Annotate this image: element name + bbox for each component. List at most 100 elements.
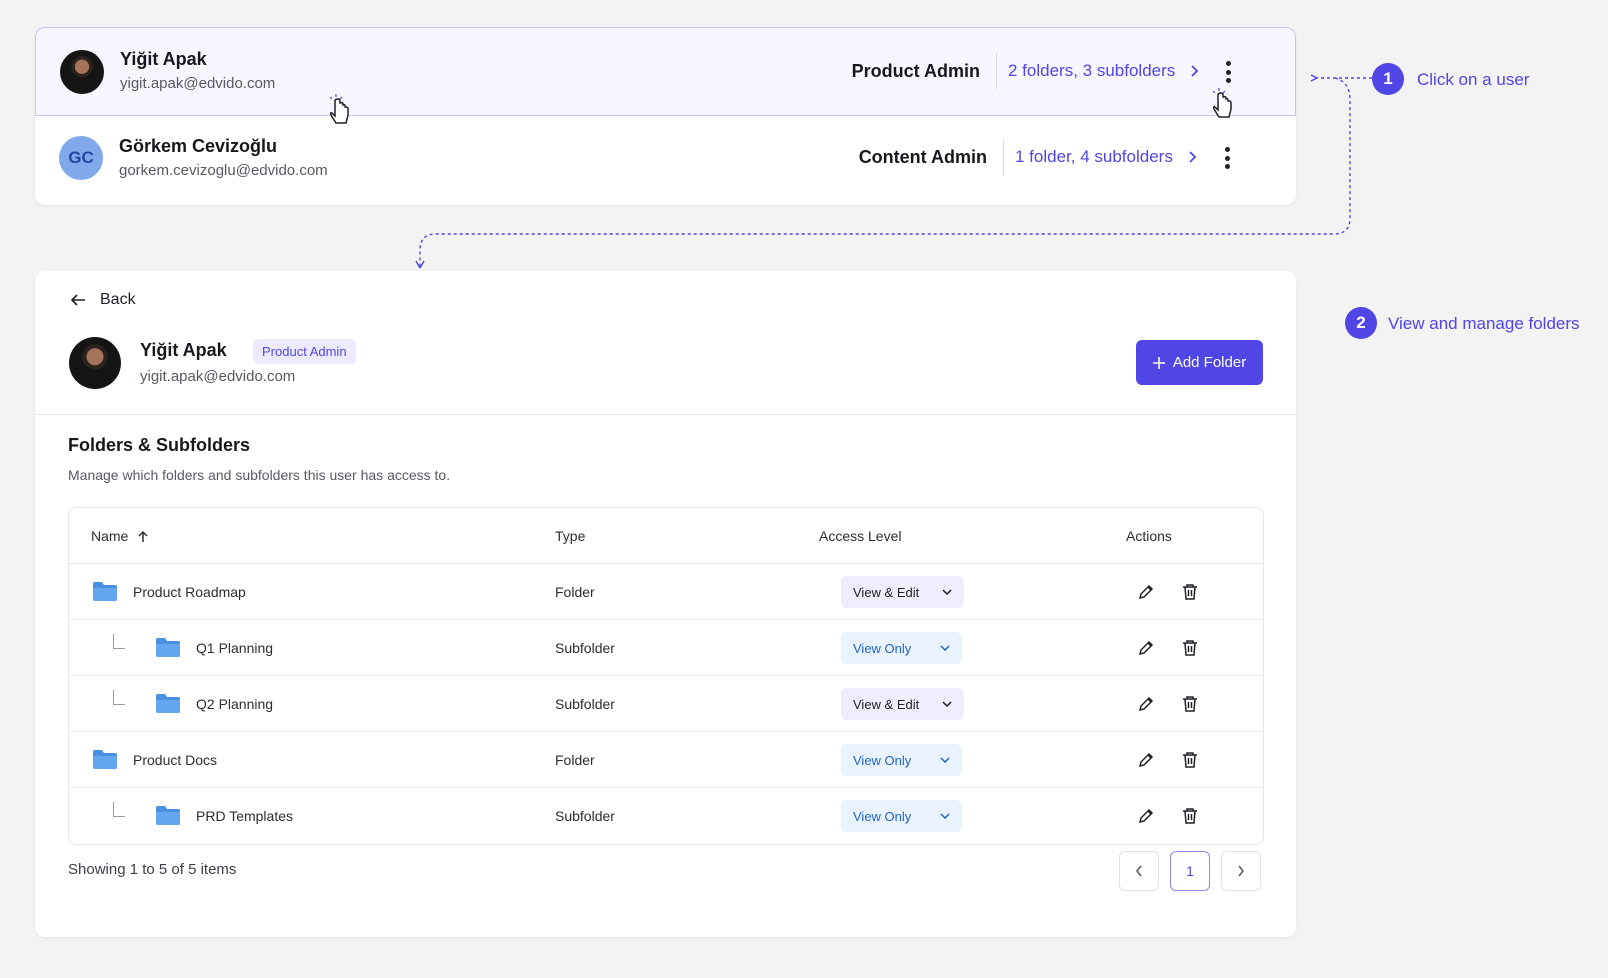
chevron-left-icon [1136,865,1142,877]
row-type: Folder [555,752,595,768]
access-level-select[interactable]: View & Edit [841,688,964,720]
divider [1003,140,1004,176]
row-type: Subfolder [555,808,615,824]
table-row[interactable]: PRD Templates Subfolder View Only [69,788,1263,844]
step-2-badge: 2 [1345,307,1377,339]
back-button[interactable]: Back [70,291,136,309]
step-2-label: View and manage folders [1388,314,1580,333]
user-email: gorkem.cevizoglu@edvido.com [119,162,328,179]
delete-icon[interactable] [1181,751,1199,769]
row-name: PRD Templates [196,808,294,824]
detail-user-name: Yiğit Apak [140,340,227,360]
pagination-summary: Showing 1 to 5 of 5 items [68,861,237,878]
access-level-value: View Only [853,752,912,768]
column-access-header: Access Level [819,528,902,544]
chevron-down-icon [940,813,950,819]
sort-ascending-icon [138,530,148,542]
user-role: Product Admin [851,61,980,81]
avatar: GC [59,136,103,180]
back-label: Back [100,291,136,308]
pointer-cursor-icon [1212,88,1232,118]
delete-icon[interactable] [1181,807,1199,825]
row-type: Subfolder [555,640,615,656]
access-level-select[interactable]: View Only [841,632,962,664]
table-row[interactable]: Q2 Planning Subfolder View & Edit [69,676,1263,732]
folder-icon [93,582,117,601]
access-level-value: View & Edit [853,584,920,600]
user-email: yigit.apak@edvido.com [120,75,276,92]
user-name: Görkem Cevizoğlu [119,136,278,156]
table-row[interactable]: Product Docs Folder View Only [69,732,1263,788]
column-actions-header: Actions [1126,528,1172,544]
add-folder-label: Add Folder [1172,354,1247,371]
section-description: Manage which folders and subfolders this… [68,467,451,483]
pointer-cursor-icon [329,94,349,124]
tree-connector [113,802,125,817]
avatar [60,50,104,94]
row-type: Folder [555,584,595,600]
folder-icon [93,750,117,769]
delete-icon[interactable] [1181,695,1199,713]
user-row-gorkem[interactable]: GC Görkem Cevizoğlu gorkem.cevizoglu@edv… [35,116,1296,205]
user-detail-panel: Back Yiğit Apak Product Admin yigit.apak… [35,271,1296,937]
folders-link[interactable]: 1 folder, 4 subfolders [1015,147,1197,167]
step-1-label: Click on a user [1417,70,1530,89]
table-header: Name Type Access Level Actions [69,508,1263,564]
row-name: Product Docs [133,752,218,768]
chevron-down-icon [940,645,950,651]
delete-icon[interactable] [1181,639,1199,657]
user-role: Content Admin [858,147,987,167]
folders-link-label: 2 folders, 3 subfolders [1008,61,1176,80]
folder-icon [156,638,180,657]
tree-connector [113,690,125,705]
edit-icon[interactable] [1137,807,1155,825]
tree-connector [113,634,125,649]
chevron-down-icon [942,701,952,707]
access-level-value: View & Edit [853,696,920,712]
user-row-yigit[interactable]: Yiğit Apak yigit.apak@edvido.com Product… [35,27,1296,116]
folders-link-label: 1 folder, 4 subfolders [1015,147,1173,166]
edit-icon[interactable] [1137,751,1155,769]
chevron-right-icon [1191,65,1199,77]
divider [35,414,1296,415]
chevron-down-icon [942,589,952,595]
edit-icon[interactable] [1137,695,1155,713]
chevron-right-icon [1238,865,1244,877]
role-badge: Product Admin [253,339,356,364]
edit-icon[interactable] [1137,639,1155,657]
user-name: Yiğit Apak [120,49,207,69]
column-name-label: Name [91,528,129,544]
folder-icon [156,806,180,825]
plus-icon [1152,356,1165,369]
access-level-select[interactable]: View Only [841,744,962,776]
section-title: Folders & Subfolders [68,435,251,455]
prev-page-button[interactable] [1119,851,1159,891]
more-options-icon[interactable] [1224,147,1230,169]
table-row[interactable]: Product Roadmap Folder View & Edit [69,564,1263,620]
chevron-right-icon [1189,151,1197,163]
access-level-select[interactable]: View Only [841,800,962,832]
more-options-icon[interactable] [1225,61,1231,83]
delete-icon[interactable] [1181,583,1199,601]
table-row[interactable]: Q1 Planning Subfolder View Only [69,620,1263,676]
access-level-select[interactable]: View & Edit [841,576,964,608]
row-name: Q2 Planning [196,696,274,712]
edit-icon[interactable] [1137,583,1155,601]
chevron-down-icon [940,757,950,763]
access-level-value: View Only [853,808,912,824]
folders-table: Name Type Access Level Actions Product R… [68,507,1264,845]
divider [996,53,997,89]
row-type: Subfolder [555,696,615,712]
step-1-badge: 1 [1372,63,1404,95]
add-folder-button[interactable]: Add Folder [1136,340,1263,385]
next-page-button[interactable] [1221,851,1261,891]
user-list: Yiğit Apak yigit.apak@edvido.com Product… [35,27,1296,205]
column-name-header[interactable]: Name [91,528,148,544]
avatar [69,337,121,389]
folders-link[interactable]: 2 folders, 3 subfolders [1008,61,1199,81]
access-level-value: View Only [853,640,912,656]
page-button-current[interactable]: 1 [1170,851,1210,891]
column-type-header: Type [555,528,586,544]
folder-icon [156,694,180,713]
row-name: Q1 Planning [196,640,274,656]
